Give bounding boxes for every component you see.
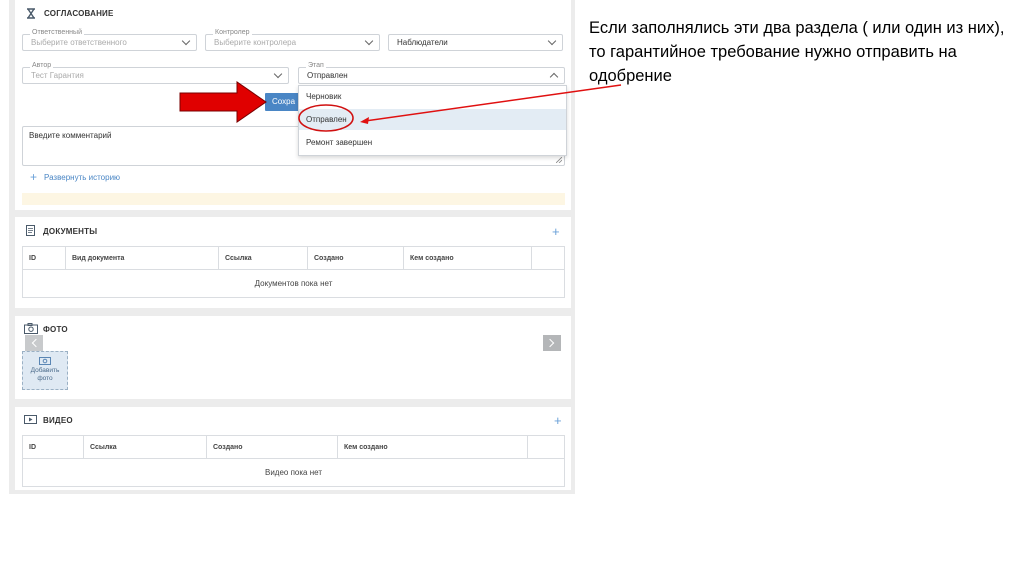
chevron-left-icon xyxy=(31,338,41,348)
plus-icon: + xyxy=(30,170,38,184)
column-header[interactable]: Кем создано xyxy=(403,246,532,270)
highlight-ellipse xyxy=(298,104,354,132)
comment-placeholder: Введите комментарий xyxy=(29,131,112,140)
expand-history-label: Развернуть историю xyxy=(44,173,121,182)
observers-value: Наблюдатели xyxy=(397,38,448,47)
responsible-placeholder: Выберите ответственного xyxy=(31,38,127,47)
documents-table: ID Вид документа Ссылка Создано Кем созд… xyxy=(22,246,565,298)
column-header[interactable]: Вид документа xyxy=(65,246,219,270)
photo-prev-button[interactable] xyxy=(25,335,43,351)
column-header[interactable]: Кем создано xyxy=(337,435,528,459)
controller-placeholder: Выберите контролера xyxy=(214,38,297,47)
table-row: Документов пока нет xyxy=(22,269,565,298)
video-table: ID Ссылка Создано Кем создано Видео пока… xyxy=(22,435,565,487)
controller-label: Контролер xyxy=(213,29,252,36)
add-document-button[interactable]: + xyxy=(552,225,560,238)
resize-handle-icon[interactable] xyxy=(556,157,562,163)
stage-option-repair-done[interactable]: Ремонт завершен xyxy=(299,132,566,153)
video-title: ВИДЕО xyxy=(43,416,73,425)
add-photo-label-line1: Добавить xyxy=(30,367,60,374)
column-header[interactable]: ID xyxy=(22,435,84,459)
video-icon xyxy=(24,415,37,424)
approval-title: СОГЛАСОВАНИЕ xyxy=(44,9,114,18)
documents-title: ДОКУМЕНТЫ xyxy=(43,227,98,236)
column-header[interactable]: Ссылка xyxy=(83,435,207,459)
add-photo-label-line2: фото xyxy=(37,375,53,382)
author-label: Автор xyxy=(30,62,54,69)
camera-icon xyxy=(24,323,38,334)
document-icon xyxy=(26,225,35,236)
controller-select[interactable]: Контролер Выберите контролера xyxy=(205,29,380,51)
photo-panel: ФОТО Добавить фото xyxy=(15,316,571,399)
responsible-label: Ответственный xyxy=(30,29,84,36)
notice-bar xyxy=(22,193,565,205)
red-pointer-arrow xyxy=(179,81,267,123)
table-header-row: ID Вид документа Ссылка Создано Кем созд… xyxy=(22,246,565,270)
hourglass-icon xyxy=(27,8,35,19)
camera-icon xyxy=(39,357,51,365)
save-button-label: Сохра xyxy=(272,97,296,106)
observers-select[interactable]: Наблюдатели xyxy=(388,34,563,51)
video-panel: ВИДЕО + ID Ссылка Создано Кем создано Ви… xyxy=(15,407,571,490)
column-header[interactable]: ID xyxy=(22,246,66,270)
annotation-line-arrow xyxy=(360,84,622,124)
responsible-select[interactable]: Ответственный Выберите ответственного xyxy=(22,29,197,51)
column-header[interactable]: Ссылка xyxy=(218,246,308,270)
chevron-right-icon xyxy=(545,338,555,348)
column-header[interactable]: Создано xyxy=(307,246,404,270)
add-photo-button[interactable]: Добавить фото xyxy=(22,351,68,390)
stage-value: Отправлен xyxy=(307,71,348,80)
video-empty-text: Видео пока нет xyxy=(22,458,565,487)
stage-label: Этап xyxy=(306,62,326,69)
photo-next-button[interactable] xyxy=(543,335,561,351)
column-header-spacer xyxy=(527,435,565,459)
annotation-text: Если заполнялись эти два раздела ( или о… xyxy=(589,19,1005,85)
column-header-spacer xyxy=(531,246,565,270)
column-header[interactable]: Создано xyxy=(206,435,338,459)
documents-empty-text: Документов пока нет xyxy=(22,269,565,298)
author-value: Тест Гарантия xyxy=(31,71,84,80)
table-row: Видео пока нет xyxy=(22,458,565,487)
table-header-row: ID Ссылка Создано Кем создано xyxy=(22,435,565,459)
add-video-button[interactable]: + xyxy=(554,414,562,427)
photo-title: ФОТО xyxy=(43,325,68,334)
documents-panel: ДОКУМЕНТЫ + ID Вид документа Ссылка Созд… xyxy=(15,217,571,308)
